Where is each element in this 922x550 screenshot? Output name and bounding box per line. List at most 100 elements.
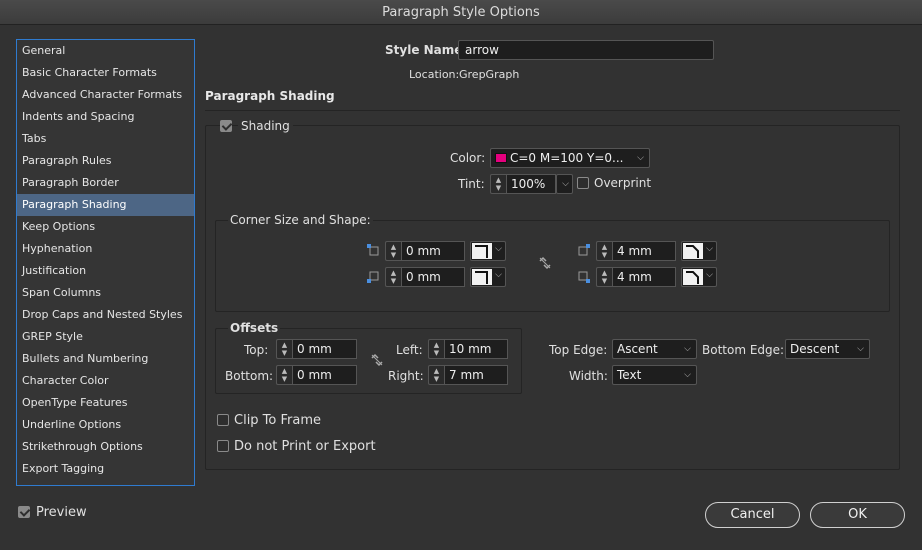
- offset-left-input[interactable]: 10 mm: [444, 339, 508, 359]
- sidebar-item[interactable]: Keep Options: [17, 216, 194, 238]
- top-left-stepper[interactable]: ▲ ▼: [385, 241, 401, 261]
- offset-right-label: Right:: [388, 369, 424, 383]
- overprint-checkbox[interactable]: [577, 177, 589, 189]
- bottom-edge-value: Descent: [790, 342, 840, 356]
- top-left-corner-icon: [367, 244, 379, 256]
- down-arrow-icon: ▼: [281, 349, 288, 357]
- sidebar-item[interactable]: Hyphenation: [17, 238, 194, 260]
- offset-bottom-input[interactable]: 0 mm: [292, 365, 357, 385]
- offset-right-input[interactable]: 7 mm: [444, 365, 508, 385]
- offset-right-stepper[interactable]: ▲ ▼: [428, 365, 444, 385]
- sidebar-item[interactable]: Paragraph Rules: [17, 150, 194, 172]
- up-arrow-icon: ▲: [601, 243, 608, 251]
- top-right-shape-dropdown[interactable]: ⌵: [681, 241, 717, 261]
- unlinked-chain-icon[interactable]: [538, 256, 552, 270]
- sidebar-item[interactable]: Underline Options: [17, 414, 194, 436]
- category-list[interactable]: General Basic Character Formats Advanced C…: [16, 39, 195, 486]
- offset-bottom-stepper[interactable]: ▲ ▼: [276, 365, 292, 385]
- top-edge-label: Top Edge:: [549, 343, 608, 357]
- color-dropdown[interactable]: C=0 M=100 Y=0... ⌵: [490, 148, 650, 168]
- color-value: C=0 M=100 Y=0...: [510, 151, 624, 165]
- bevel-corner-icon: [683, 269, 703, 285]
- width-label: Width:: [569, 369, 608, 383]
- offset-bottom-label: Bottom:: [225, 369, 274, 383]
- location-label: Location:: [409, 68, 460, 81]
- bottom-left-stepper[interactable]: ▲ ▼: [385, 267, 401, 287]
- down-arrow-icon: ▼: [601, 251, 608, 259]
- window-title: Paragraph Style Options: [0, 0, 922, 25]
- top-edge-dropdown[interactable]: Ascent ⌵: [612, 339, 697, 359]
- preview-checkbox[interactable]: [18, 506, 30, 518]
- square-corner-icon: [472, 269, 492, 285]
- tint-dropdown[interactable]: ⌵: [556, 174, 573, 194]
- offset-top-input[interactable]: 0 mm: [292, 339, 357, 359]
- no-print-checkbox[interactable]: [217, 440, 229, 452]
- clip-to-frame-label: Clip To Frame: [234, 413, 322, 428]
- preview-label: Preview: [36, 505, 87, 520]
- sidebar-item[interactable]: Drop Caps and Nested Styles: [17, 304, 194, 326]
- sidebar-item[interactable]: Bullets and Numbering: [17, 348, 194, 370]
- bottom-right-shape-dropdown[interactable]: ⌵: [681, 267, 717, 287]
- offset-left-stepper[interactable]: ▲ ▼: [428, 339, 444, 359]
- sidebar-item[interactable]: Character Color: [17, 370, 194, 392]
- sidebar-item[interactable]: Advanced Character Formats: [17, 84, 194, 106]
- bottom-left-shape-dropdown[interactable]: ⌵: [470, 267, 506, 287]
- offset-top-stepper[interactable]: ▲ ▼: [276, 339, 292, 359]
- bottom-right-stepper[interactable]: ▲ ▼: [596, 267, 612, 287]
- bottom-right-size-input[interactable]: 4 mm: [612, 267, 676, 287]
- sidebar-item[interactable]: Export Tagging: [17, 458, 194, 480]
- width-dropdown[interactable]: Text ⌵: [612, 365, 697, 385]
- up-arrow-icon: ▲: [390, 269, 397, 277]
- up-arrow-icon: ▲: [281, 367, 288, 375]
- chevron-down-icon: ⌵: [562, 179, 569, 189]
- sidebar-item[interactable]: GREP Style: [17, 326, 194, 348]
- bottom-edge-dropdown[interactable]: Descent ⌵: [785, 339, 870, 359]
- shading-checkbox[interactable]: [220, 120, 232, 132]
- location-value: GrepGraph: [459, 68, 520, 81]
- sidebar-item[interactable]: Basic Character Formats: [17, 62, 194, 84]
- style-name-label: Style Name:: [385, 43, 468, 57]
- bottom-right-corner-icon: [578, 271, 590, 283]
- style-name-input[interactable]: arrow: [458, 40, 714, 60]
- down-arrow-icon: ▼: [495, 184, 502, 192]
- sidebar-item[interactable]: Paragraph Shading: [17, 194, 194, 216]
- top-left-shape-dropdown[interactable]: ⌵: [470, 241, 506, 261]
- up-arrow-icon: ▲: [601, 269, 608, 277]
- tint-input[interactable]: 100%: [506, 174, 556, 194]
- sidebar-item[interactable]: Span Columns: [17, 282, 194, 304]
- bottom-left-size-input[interactable]: 0 mm: [401, 267, 465, 287]
- sidebar-item[interactable]: Justification: [17, 260, 194, 282]
- sidebar-item[interactable]: Strikethrough Options: [17, 436, 194, 458]
- sidebar-item[interactable]: General: [17, 40, 194, 62]
- top-left-size-input[interactable]: 0 mm: [401, 241, 465, 261]
- bevel-corner-icon: [683, 243, 703, 259]
- overprint-label: Overprint: [594, 176, 652, 190]
- cancel-button[interactable]: Cancel: [705, 502, 800, 528]
- down-arrow-icon: ▼: [390, 251, 397, 259]
- sidebar-item[interactable]: Tabs: [17, 128, 194, 150]
- sidebar-item[interactable]: OpenType Features: [17, 392, 194, 414]
- unlinked-chain-icon[interactable]: [370, 353, 384, 367]
- chevron-down-icon: ⌵: [637, 153, 644, 163]
- down-arrow-icon: ▼: [433, 349, 440, 357]
- square-corner-icon: [472, 243, 492, 259]
- ok-button[interactable]: OK: [810, 502, 905, 528]
- width-value: Text: [617, 368, 642, 382]
- chevron-down-icon: ⌵: [857, 344, 864, 354]
- section-divider: [205, 110, 900, 111]
- up-arrow-icon: ▲: [495, 176, 502, 184]
- offset-left-label: Left:: [396, 343, 423, 357]
- top-edge-value: Ascent: [617, 342, 658, 356]
- down-arrow-icon: ▼: [601, 277, 608, 285]
- clip-to-frame-checkbox[interactable]: [217, 414, 229, 426]
- top-right-stepper[interactable]: ▲ ▼: [596, 241, 612, 261]
- tint-stepper[interactable]: ▲ ▼: [490, 174, 506, 194]
- top-right-size-input[interactable]: 4 mm: [612, 241, 676, 261]
- chevron-down-icon: ⌵: [706, 244, 713, 254]
- top-right-corner-icon: [578, 244, 590, 256]
- sidebar-item[interactable]: Paragraph Border: [17, 172, 194, 194]
- color-swatch: [495, 153, 507, 163]
- sidebar-item[interactable]: Indents and Spacing: [17, 106, 194, 128]
- chevron-down-icon: ⌵: [706, 270, 713, 280]
- down-arrow-icon: ▼: [390, 277, 397, 285]
